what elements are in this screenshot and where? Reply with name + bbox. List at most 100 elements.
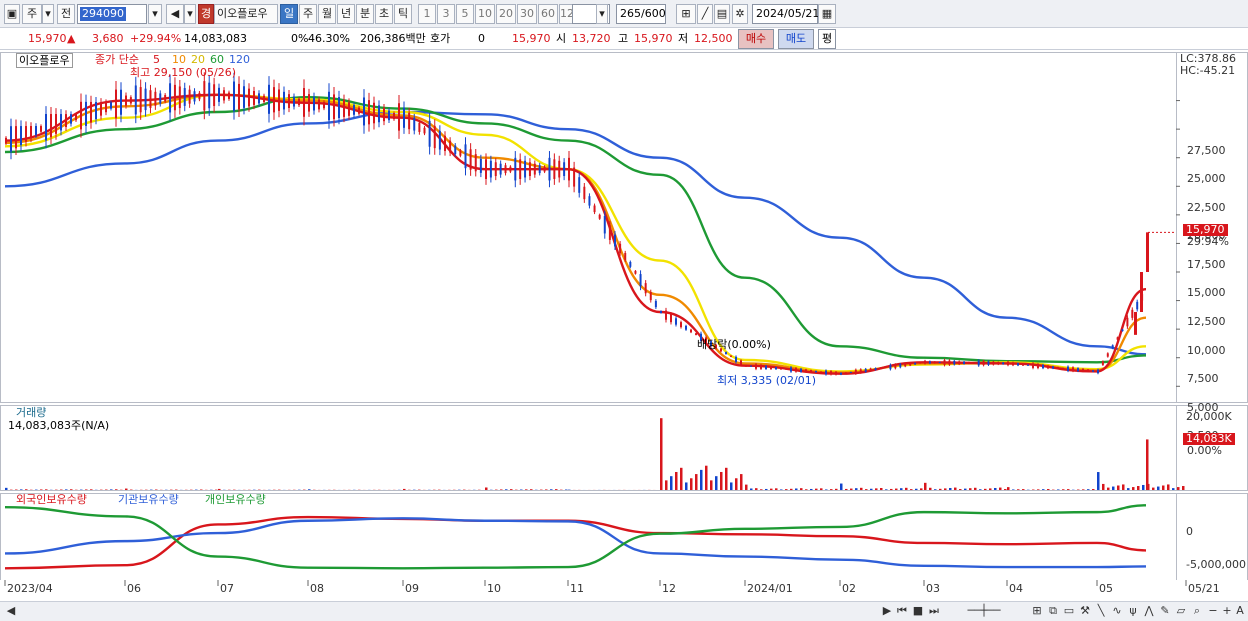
- scroll-bar[interactable]: ◀ ▶ ⏮ ■ ⏭ ──┼── ⊞ ⧉ ▭ ⚒ ╲ ∿ ψ ⋀ ✎ ▱ ⌕ − …: [0, 601, 1248, 621]
- last-icon[interactable]: ⏭: [927, 604, 941, 618]
- zoom-out-icon[interactable]: −: [1206, 604, 1220, 618]
- period-tab[interactable]: 초: [375, 4, 393, 24]
- volume-bar: [785, 489, 788, 490]
- tool-icon[interactable]: ⚒: [1078, 604, 1092, 618]
- period-tab[interactable]: 월: [318, 4, 336, 24]
- candle: [253, 90, 255, 105]
- interval-button[interactable]: 20: [496, 4, 516, 24]
- draw-tool-icon[interactable]: ╱: [697, 4, 713, 24]
- candle: [790, 367, 792, 372]
- fan-tool-icon[interactable]: ⋀: [1142, 604, 1156, 618]
- copy-icon[interactable]: ⧉: [1046, 604, 1060, 618]
- candle: [904, 363, 907, 367]
- interval-button[interactable]: 60: [538, 4, 558, 24]
- period-tab[interactable]: 일: [280, 4, 298, 24]
- zoom-slider[interactable]: ──┼──: [948, 604, 1020, 618]
- period-tab[interactable]: 틱: [394, 4, 412, 24]
- window-icon[interactable]: ▭: [1062, 604, 1076, 618]
- speaker-dropdown-icon[interactable]: ▾: [184, 4, 196, 24]
- candle: [1082, 368, 1084, 372]
- chart-area[interactable]: 이오플로우 종가 단순 5 10 20 60 120 최고 29,150 (05/26)…: [0, 50, 1248, 601]
- wave-tool-icon[interactable]: ∿: [1110, 604, 1124, 618]
- period-tab[interactable]: 주: [299, 4, 317, 24]
- volume-value: 14,083,083: [184, 32, 247, 45]
- save-icon[interactable]: ▤: [714, 4, 730, 24]
- interval-button[interactable]: 10: [475, 4, 495, 24]
- ma-title: 종가 단순: [95, 53, 139, 66]
- gear-icon[interactable]: ✲: [732, 4, 748, 24]
- candle: [770, 366, 772, 370]
- candle: [992, 361, 995, 365]
- candle: [524, 160, 527, 178]
- count-input[interactable]: 265/600: [616, 4, 666, 24]
- sell-button[interactable]: 매도: [778, 29, 814, 49]
- candle: [735, 356, 737, 362]
- period-selector[interactable]: 주: [22, 4, 42, 24]
- volume-current-pct: 0.00%: [1187, 444, 1222, 457]
- prev-button[interactable]: 전: [57, 4, 75, 24]
- scroll-right-icon[interactable]: ▶: [880, 604, 894, 618]
- candle: [208, 82, 211, 109]
- candle: [835, 371, 837, 375]
- speaker-icon[interactable]: ◀: [166, 4, 184, 24]
- code-dropdown-icon[interactable]: ▾: [148, 4, 162, 24]
- volume-bar: [865, 489, 868, 490]
- stock-code-input[interactable]: 294090: [77, 4, 147, 24]
- zoom-icon[interactable]: ⌕: [1190, 604, 1204, 618]
- candle: [840, 372, 842, 375]
- candle: [499, 163, 502, 175]
- candle: [45, 114, 47, 141]
- volume-bar: [505, 489, 508, 490]
- candle: [363, 97, 365, 126]
- volume-bar: [1047, 489, 1050, 490]
- period-tab[interactable]: 년: [337, 4, 355, 24]
- pencil-icon[interactable]: ✎: [1158, 604, 1172, 618]
- candle: [308, 94, 310, 112]
- calendar-icon[interactable]: ▦: [818, 4, 836, 24]
- candle: [948, 360, 951, 365]
- candle: [938, 361, 941, 364]
- eval-button[interactable]: 평: [818, 29, 836, 49]
- date-input[interactable]: 2024/05/21: [752, 4, 819, 24]
- line-tool-icon[interactable]: ╲: [1094, 604, 1108, 618]
- interval-button[interactable]: 3: [437, 4, 455, 24]
- candle: [65, 114, 67, 128]
- grid-icon[interactable]: ⊞: [1030, 604, 1044, 618]
- chart-settings-icon[interactable]: ▣: [4, 4, 20, 24]
- candle: [963, 361, 966, 364]
- candle: [879, 367, 882, 370]
- volume-bar: [1122, 484, 1125, 490]
- candle: [183, 88, 186, 106]
- volume-bar: [510, 489, 513, 490]
- first-icon[interactable]: ⏮: [895, 604, 909, 618]
- candle: [874, 367, 877, 371]
- interval-button[interactable]: 30: [517, 4, 537, 24]
- zoom-in-icon[interactable]: +: [1220, 604, 1234, 618]
- volume-bar: [530, 489, 533, 490]
- candle: [805, 369, 807, 373]
- layout-icon[interactable]: ▱: [1174, 604, 1188, 618]
- candle: [413, 117, 416, 131]
- period-dropdown-icon[interactable]: ▾: [42, 4, 54, 24]
- interval-button[interactable]: 5: [456, 4, 474, 24]
- period-tab[interactable]: 분: [356, 4, 374, 24]
- stock-name[interactable]: 이오플로우: [214, 4, 278, 24]
- candle: [353, 105, 355, 115]
- stop-icon[interactable]: ■: [911, 604, 925, 618]
- crosshair-icon[interactable]: ⊞: [676, 4, 696, 24]
- candle: [333, 94, 335, 120]
- candle: [953, 360, 956, 365]
- candle: [514, 157, 517, 181]
- font-size-icon[interactable]: A: [1233, 604, 1247, 618]
- interval-button[interactable]: 1: [418, 4, 436, 24]
- volume-bar: [895, 488, 898, 490]
- candle: [268, 84, 270, 114]
- candle: [134, 85, 137, 115]
- scroll-left-icon[interactable]: ◀: [4, 604, 18, 618]
- fork-tool-icon[interactable]: ψ: [1126, 604, 1140, 618]
- buy-button[interactable]: 매수: [738, 29, 774, 49]
- candle: [924, 360, 926, 364]
- volume-bar: [670, 476, 673, 490]
- interval-dropdown-icon[interactable]: ▾: [596, 4, 608, 24]
- candle: [670, 314, 672, 323]
